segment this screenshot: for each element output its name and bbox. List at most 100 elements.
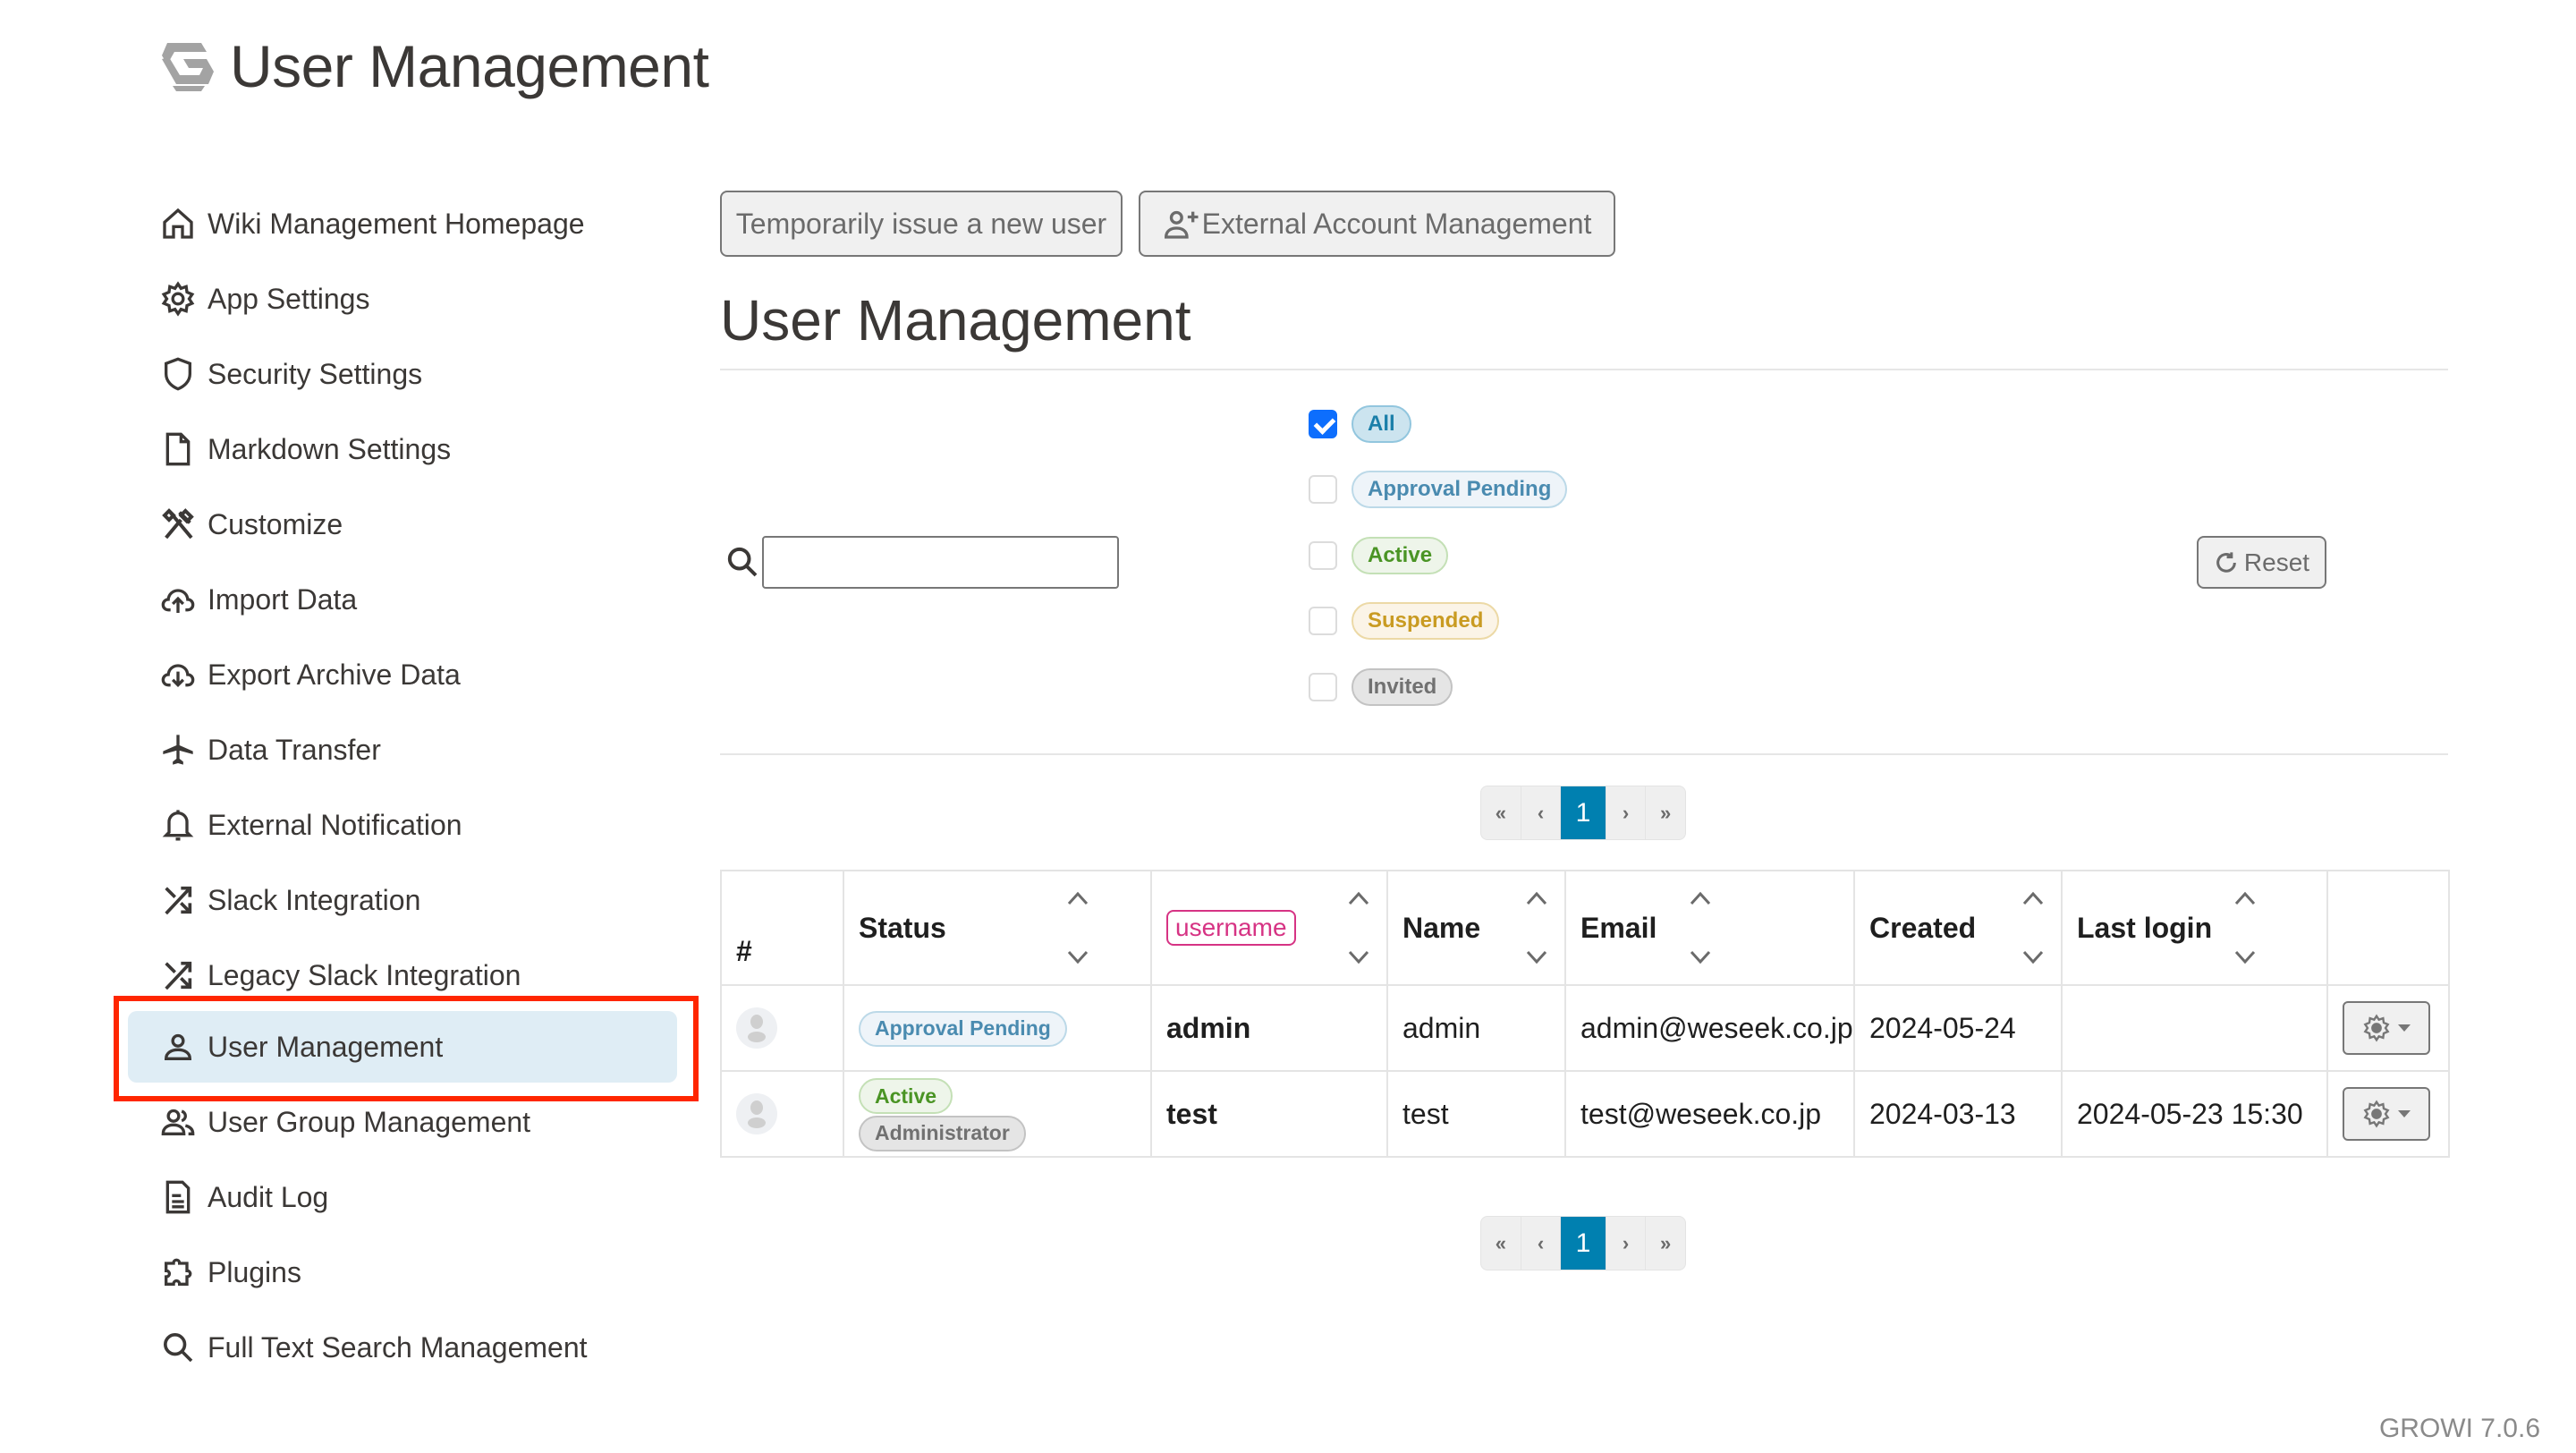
column-header-last-login: Last login xyxy=(2061,870,2328,986)
sidebar-item-markdown-settings[interactable]: Markdown Settings xyxy=(128,413,677,485)
sidebar-item-user-group-management[interactable]: User Group Management xyxy=(128,1086,677,1158)
sidebar-item-security-settings[interactable]: Security Settings xyxy=(128,338,677,410)
sort-control[interactable] xyxy=(2232,890,2258,965)
filter-active-checkbox[interactable] xyxy=(1309,541,1337,570)
user-settings-dropdown-button[interactable] xyxy=(2343,1001,2430,1055)
filter-invited-checkbox[interactable] xyxy=(1309,673,1337,701)
pagination-last[interactable]: » xyxy=(1646,786,1685,839)
sidebar-item-label: User Management xyxy=(208,1030,444,1063)
reset-filter-button[interactable]: Reset xyxy=(2197,536,2326,589)
filter-approval-pending-checkbox[interactable] xyxy=(1309,475,1337,504)
sidebar-item-data-transfer[interactable]: Data Transfer xyxy=(128,714,677,786)
refresh-icon xyxy=(2214,550,2239,575)
filter-all[interactable]: All xyxy=(1309,402,1411,446)
pagination-page-1[interactable]: 1 xyxy=(1561,786,1606,839)
sort-descending-icon[interactable] xyxy=(1347,949,1370,965)
sidebar-item-external-notification[interactable]: External Notification xyxy=(128,789,677,861)
shield-icon xyxy=(160,356,196,392)
filter-all-badge[interactable]: All xyxy=(1352,405,1411,443)
caret-down-icon xyxy=(2398,1110,2411,1117)
pagination-first[interactable]: « xyxy=(1481,786,1521,839)
email-cell: admin@weseek.co.jp xyxy=(1564,984,1855,1072)
filter-suspended-checkbox[interactable] xyxy=(1309,607,1337,635)
temporarily-issue-new-user-button[interactable]: Temporarily issue a new user xyxy=(720,191,1123,257)
sort-control[interactable] xyxy=(1523,890,1550,965)
status-badge: Approval Pending xyxy=(859,1010,1067,1047)
sort-control[interactable] xyxy=(1687,890,1714,965)
caret-down-icon xyxy=(2398,1024,2411,1032)
sort-descending-icon[interactable] xyxy=(1066,949,1089,965)
filter-invited-badge[interactable]: Invited xyxy=(1352,668,1453,706)
sidebar-item-plugins[interactable]: Plugins xyxy=(128,1236,677,1308)
bell-icon xyxy=(160,807,196,843)
sidebar-item-label: Plugins xyxy=(208,1255,301,1288)
sidebar-item-full-text-search-management[interactable]: Full Text Search Management xyxy=(128,1312,677,1383)
filter-all-checkbox[interactable] xyxy=(1309,410,1337,438)
file-icon xyxy=(160,431,196,467)
created-cell: 2024-03-13 xyxy=(1853,1070,2063,1158)
sort-control[interactable] xyxy=(2020,890,2046,965)
last-login-cell xyxy=(2061,984,2328,1072)
external-account-management-button[interactable]: External Account Management xyxy=(1139,191,1615,257)
sidebar-item-label: App Settings xyxy=(208,282,370,315)
sort-ascending-icon[interactable] xyxy=(2021,890,2045,906)
airplane-icon xyxy=(160,732,196,768)
sidebar-item-audit-log[interactable]: Audit Log xyxy=(128,1161,677,1233)
pagination-next[interactable]: › xyxy=(1606,786,1647,839)
pagination-last[interactable]: » xyxy=(1646,1217,1685,1270)
sort-control[interactable] xyxy=(1345,890,1372,965)
sidebar-item-customize[interactable]: Customize xyxy=(128,489,677,560)
sort-descending-icon[interactable] xyxy=(2233,949,2257,965)
puzzle-icon xyxy=(160,1254,196,1290)
filter-approval-pending[interactable]: Approval Pending xyxy=(1309,467,1568,512)
sidebar-item-wiki-management-homepage[interactable]: Wiki Management Homepage xyxy=(128,188,677,259)
filter-suspended-badge[interactable]: Suspended xyxy=(1352,602,1500,640)
pagination-prev[interactable]: ‹ xyxy=(1521,1217,1562,1270)
status-badge: Active xyxy=(859,1078,953,1114)
sort-ascending-icon[interactable] xyxy=(2233,890,2257,906)
page-header-title: User Management xyxy=(230,33,709,99)
users-table: # Status username Name Email Created Las… xyxy=(720,870,2450,1158)
filter-active[interactable]: Active xyxy=(1309,533,1449,578)
search-icon xyxy=(160,1330,196,1365)
sidebar-item-label: Wiki Management Homepage xyxy=(208,207,585,240)
sort-ascending-icon[interactable] xyxy=(1066,890,1089,906)
column-label: Name xyxy=(1402,911,1481,944)
column-label: Email xyxy=(1580,911,1657,944)
sort-descending-icon[interactable] xyxy=(1689,949,1712,965)
sidebar-item-label: External Notification xyxy=(208,808,462,841)
table-row: Approval Pending admin admin admin@wesee… xyxy=(720,984,2450,1072)
user-settings-dropdown-button[interactable] xyxy=(2343,1087,2430,1141)
sort-ascending-icon[interactable] xyxy=(1689,890,1712,906)
sort-descending-icon[interactable] xyxy=(2021,949,2045,965)
sort-control[interactable] xyxy=(1064,890,1091,965)
filter-invited[interactable]: Invited xyxy=(1309,665,1453,710)
sort-descending-icon[interactable] xyxy=(1525,949,1548,965)
user-search-input[interactable] xyxy=(762,536,1119,589)
shuffle-icon xyxy=(160,957,196,993)
button-label: Temporarily issue a new user xyxy=(735,207,1107,240)
pagination-next[interactable]: › xyxy=(1606,1217,1647,1270)
cloud-upload-icon xyxy=(160,582,196,617)
sort-ascending-icon[interactable] xyxy=(1347,890,1370,906)
tools-icon xyxy=(160,506,196,542)
filter-suspended[interactable]: Suspended xyxy=(1309,599,1500,643)
filter-approval-pending-badge[interactable]: Approval Pending xyxy=(1352,471,1568,508)
sidebar-item-export-archive-data[interactable]: Export Archive Data xyxy=(128,639,677,710)
pagination-page-1[interactable]: 1 xyxy=(1561,1217,1606,1270)
app-version: GROWI 7.0.6 xyxy=(2378,1414,2540,1443)
sidebar-item-user-management[interactable]: User Management xyxy=(128,1011,677,1083)
column-header-status: Status xyxy=(843,870,1152,986)
person-add-icon xyxy=(1163,206,1202,242)
sort-ascending-icon[interactable] xyxy=(1525,890,1548,906)
pagination-first[interactable]: « xyxy=(1481,1217,1521,1270)
avatar xyxy=(736,1007,777,1049)
pagination-prev[interactable]: ‹ xyxy=(1521,786,1562,839)
shuffle-icon xyxy=(160,882,196,918)
filter-active-badge[interactable]: Active xyxy=(1352,537,1449,574)
sidebar-item-app-settings[interactable]: App Settings xyxy=(128,263,677,335)
sidebar-item-legacy-slack-integration[interactable]: Legacy Slack Integration xyxy=(128,939,677,1011)
gear-icon xyxy=(2363,1100,2390,1128)
sidebar-item-slack-integration[interactable]: Slack Integration xyxy=(128,864,677,936)
sidebar-item-import-data[interactable]: Import Data xyxy=(128,564,677,635)
